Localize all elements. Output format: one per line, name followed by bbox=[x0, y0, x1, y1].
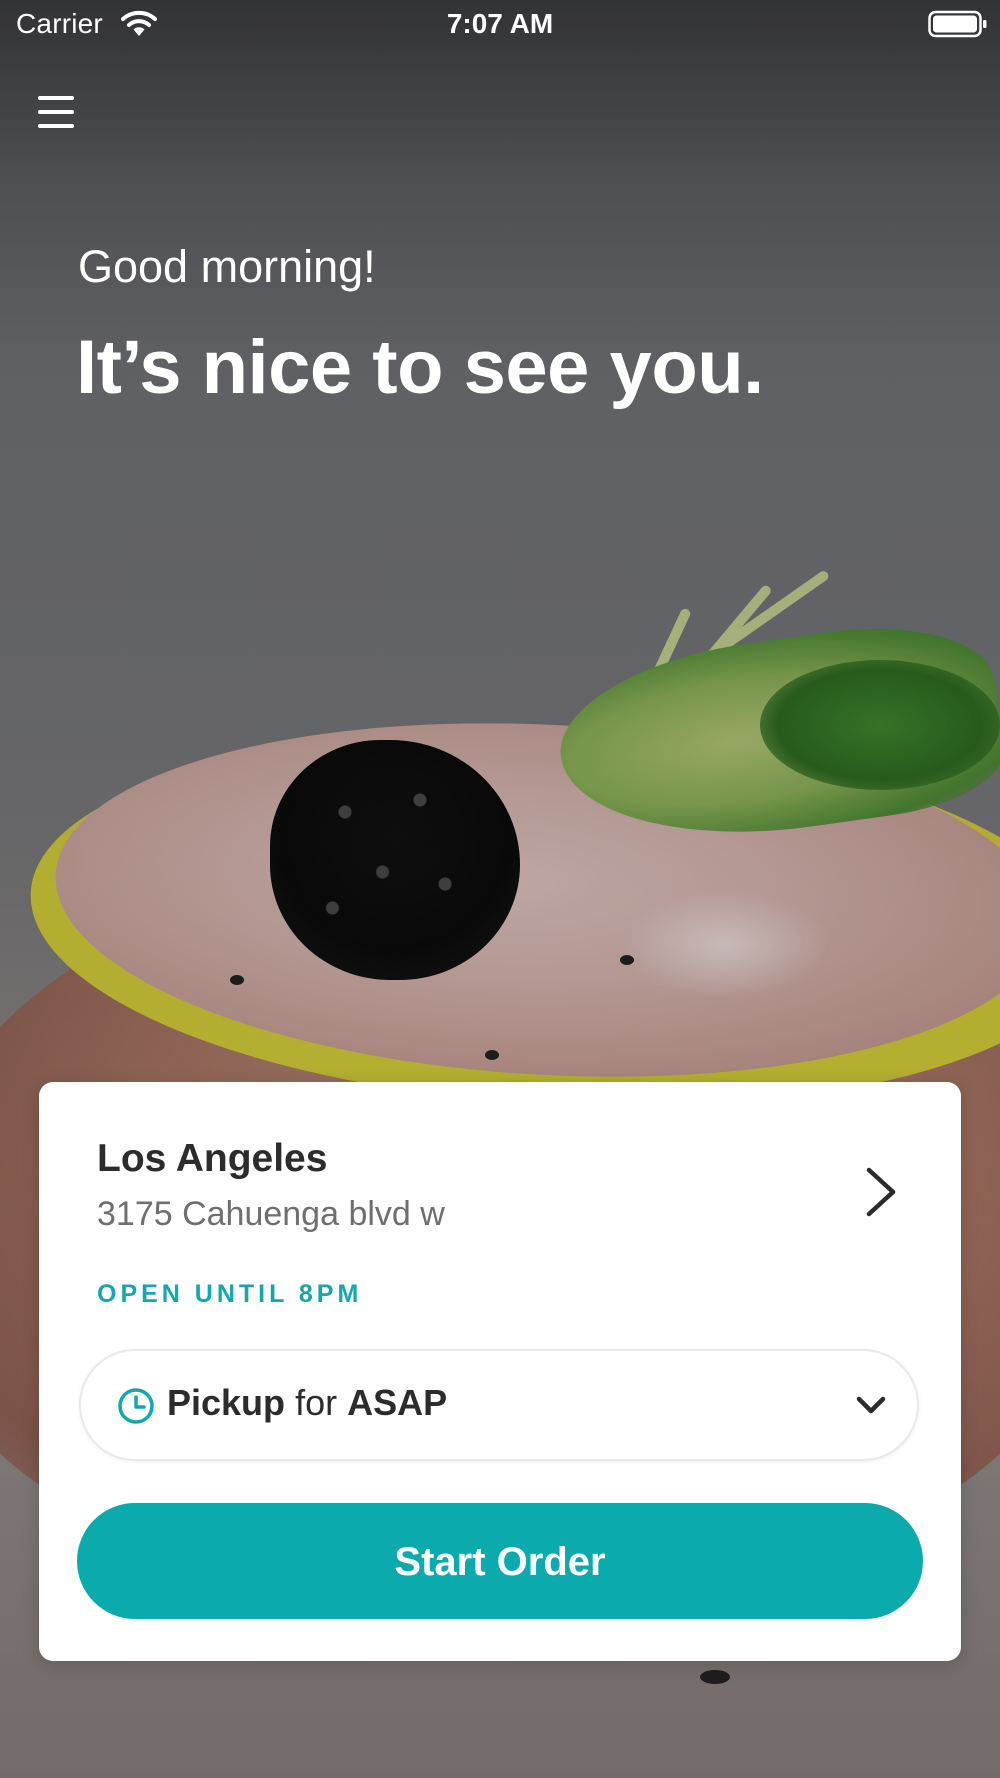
location-address: 3175 Cahuenga blvd w bbox=[97, 1195, 445, 1233]
order-mode-connector: for bbox=[295, 1382, 338, 1423]
greeting-text: Good morning! bbox=[78, 241, 376, 292]
location-card: Los Angeles 3175 Cahuenga blvd w OPEN UN… bbox=[39, 1082, 961, 1661]
pickup-summary: Pickup for ASAP bbox=[167, 1382, 447, 1424]
location-selector[interactable]: Los Angeles 3175 Cahuenga blvd w bbox=[39, 1082, 961, 1233]
pickup-time-select[interactable]: Pickup for ASAP bbox=[79, 1349, 919, 1461]
clock-icon bbox=[118, 1388, 154, 1424]
welcome-headline: It’s nice to see you. bbox=[76, 325, 764, 410]
start-order-button[interactable]: Start Order bbox=[77, 1503, 923, 1619]
status-bar: Carrier 7:07 AM bbox=[0, 0, 1000, 50]
order-time-label: ASAP bbox=[347, 1382, 448, 1423]
chevron-right-icon bbox=[866, 1167, 896, 1217]
battery-icon bbox=[928, 10, 987, 38]
chevron-down-icon bbox=[856, 1396, 886, 1414]
clock-time: 7:07 AM bbox=[446, 8, 554, 39]
hamburger-menu-icon[interactable] bbox=[34, 92, 82, 136]
location-name: Los Angeles bbox=[97, 1137, 328, 1180]
app-screen: Carrier 7:07 AM Good morning! It’s nice … bbox=[0, 0, 1000, 1778]
opening-hours: OPEN UNTIL 8PM bbox=[97, 1280, 363, 1308]
order-mode-label: Pickup bbox=[167, 1382, 286, 1423]
